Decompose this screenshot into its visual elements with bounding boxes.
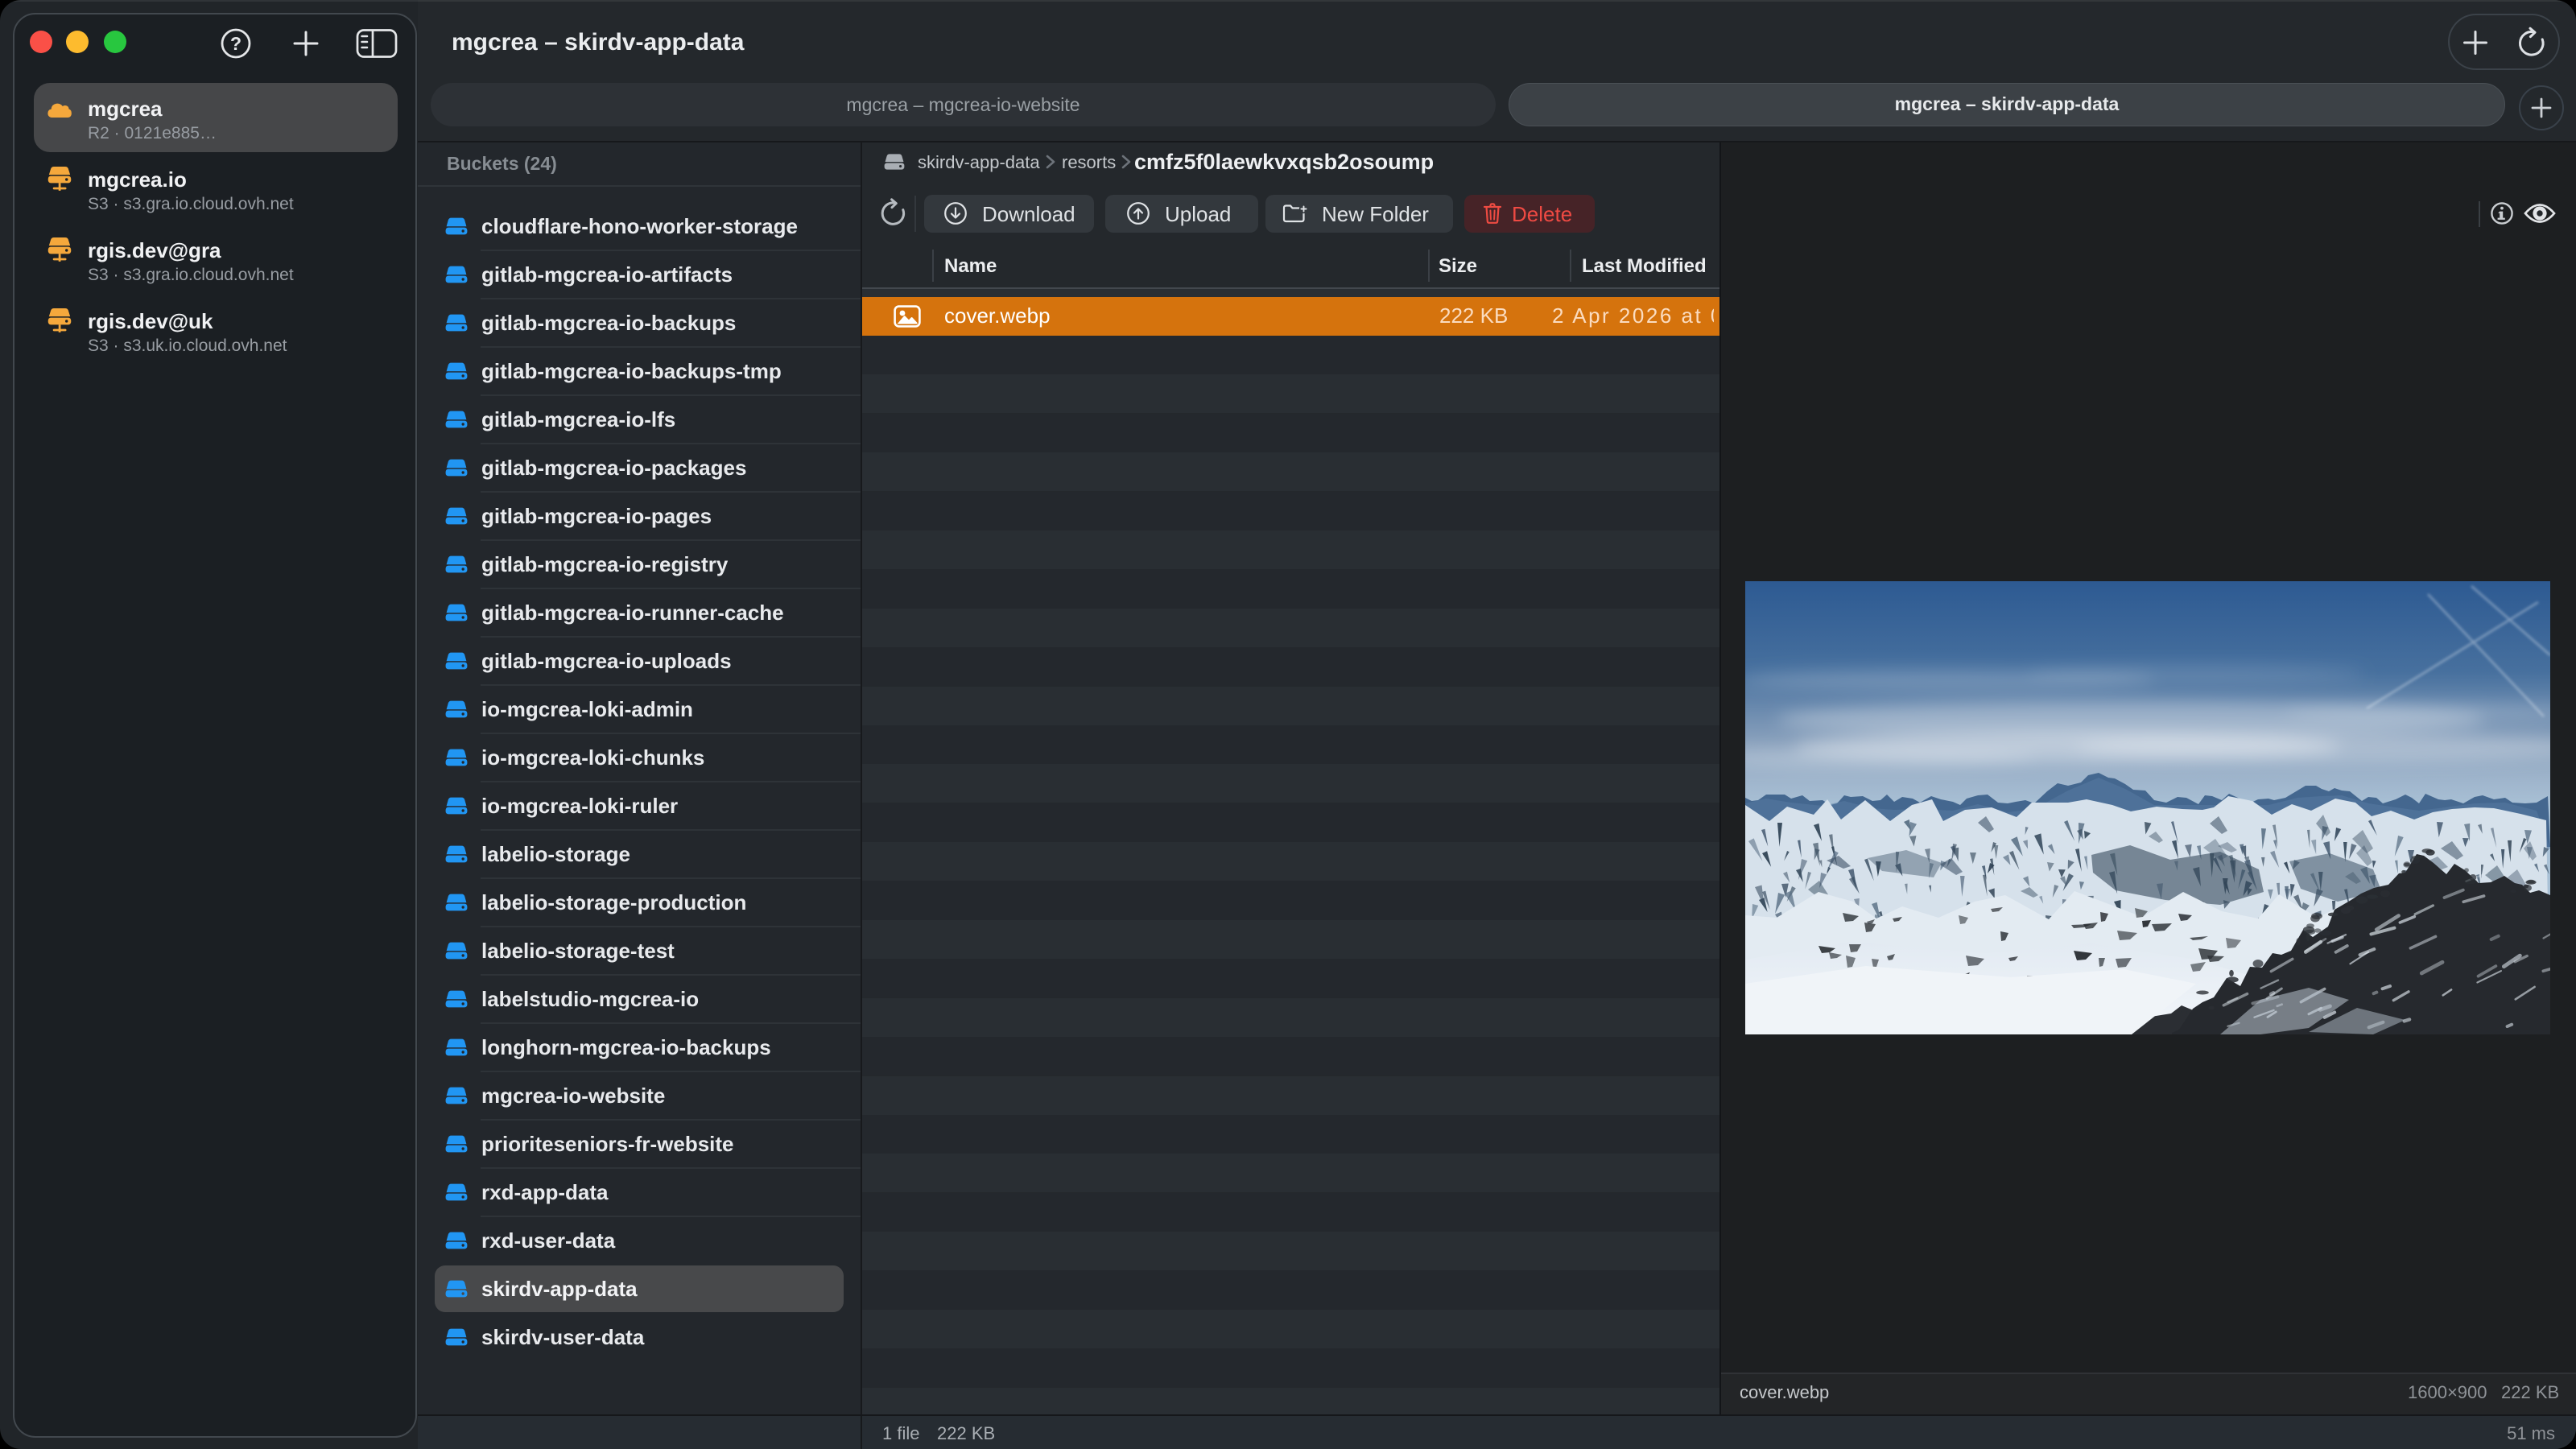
svg-text:?: ? xyxy=(230,33,242,54)
